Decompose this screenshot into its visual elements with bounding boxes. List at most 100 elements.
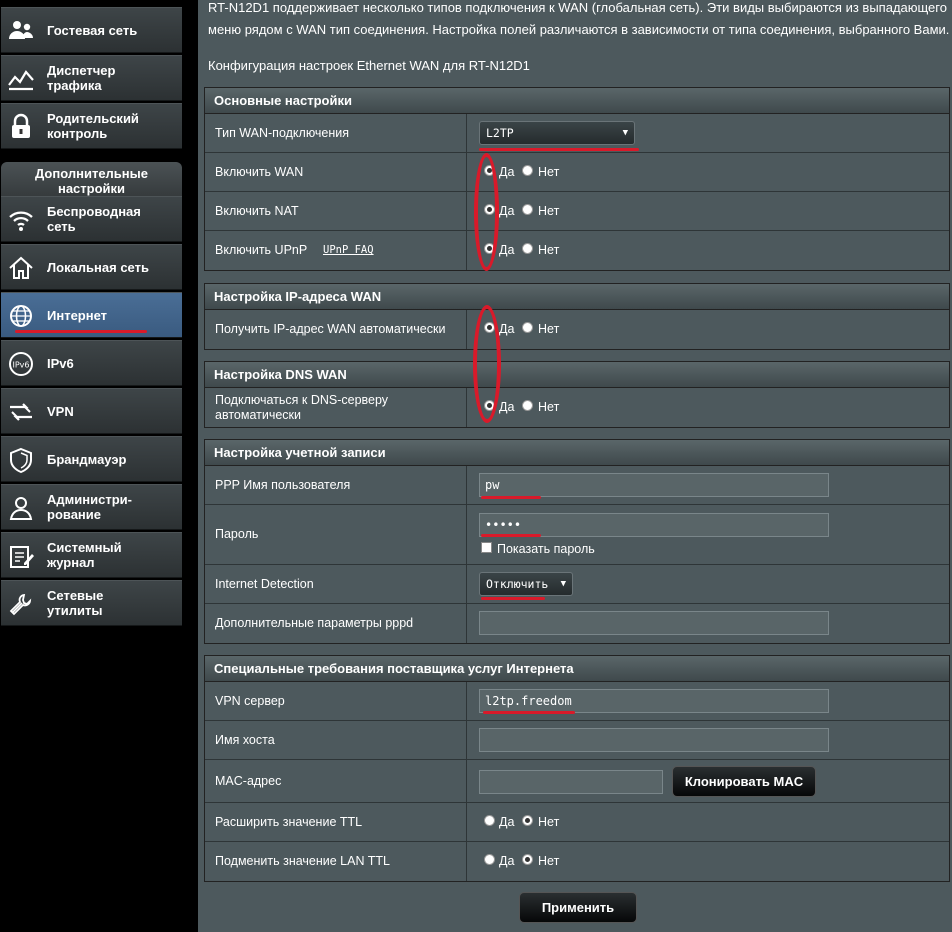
vpn-server-input[interactable]: l2tp.freedom bbox=[479, 689, 829, 713]
radio-no[interactable] bbox=[522, 815, 533, 826]
enable-nat-row: Включить NAT Да Нет bbox=[205, 192, 949, 231]
ipv6-icon: IPv6 bbox=[9, 352, 33, 376]
radio-no[interactable] bbox=[522, 854, 533, 865]
mac-row: MAC-адрес Клонировать MAC bbox=[205, 760, 949, 803]
field-label: VPN сервер bbox=[205, 682, 467, 720]
show-password-label: Показать пароль bbox=[497, 542, 595, 556]
clone-mac-button[interactable]: Клонировать MAC bbox=[672, 766, 816, 797]
sidebar-item-label: Родительский контроль bbox=[47, 111, 139, 141]
radio-no[interactable] bbox=[522, 165, 533, 176]
sidebar-item-label: VPN bbox=[47, 403, 74, 419]
intro-text-line1: RT-N12D1 поддерживает несколько типов по… bbox=[208, 0, 947, 15]
sidebar-item-traffic-manager[interactable]: Диспетчер трафика bbox=[1, 55, 182, 101]
sidebar-item-firewall[interactable]: Брандмауэр bbox=[1, 436, 182, 482]
sidebar-item-label: Беспроводная сеть bbox=[47, 204, 141, 234]
radio-yes[interactable] bbox=[484, 854, 495, 865]
password-row: Пароль ••••• Показать пароль bbox=[205, 505, 949, 565]
radio-no[interactable] bbox=[522, 204, 533, 215]
field-label: MAC-адрес bbox=[205, 760, 467, 802]
chevron-down-icon: ▼ bbox=[622, 128, 628, 138]
sidebar-item-internet[interactable]: Интернет bbox=[1, 292, 182, 338]
sidebar-item-ipv6[interactable]: IPv6 IPv6 bbox=[1, 340, 182, 386]
basic-settings-table: Основные настройки Тип WAN-подключения L… bbox=[204, 87, 950, 271]
upnp-label: Включить UPnP bbox=[215, 243, 308, 257]
radio-no[interactable] bbox=[522, 243, 533, 254]
radio-yes-label: Да bbox=[499, 243, 515, 257]
section-title: Специальные требования поставщика услуг … bbox=[205, 656, 949, 682]
upnp-faq-link[interactable]: UPnP FAQ bbox=[323, 243, 374, 258]
radio-no[interactable] bbox=[522, 400, 533, 411]
field-label: Подключаться к DNS-серверу автоматически bbox=[205, 388, 467, 427]
annotation-oval bbox=[473, 305, 501, 423]
username-input[interactable]: pw bbox=[479, 473, 829, 497]
annotation-underline bbox=[481, 534, 541, 537]
pppd-row: Дополнительные параметры pppd bbox=[205, 604, 949, 643]
shield-icon bbox=[10, 447, 32, 474]
section-title: Настройка DNS WAN bbox=[205, 362, 949, 388]
hostname-row: Имя хоста bbox=[205, 721, 949, 760]
sidebar-item-label: Брандмауэр bbox=[47, 451, 127, 467]
pppd-input[interactable] bbox=[479, 611, 829, 635]
radio-yes-label: Да bbox=[499, 854, 515, 868]
sidebar-item-parental-control[interactable]: Родительский контроль bbox=[1, 103, 182, 149]
select-value: L2TP bbox=[486, 126, 514, 140]
sidebar-item-label: Администри-рование bbox=[47, 492, 132, 522]
config-title: Конфигурация настроек Ethernet WAN для R… bbox=[208, 58, 530, 73]
lan-ttl-row: Подменить значение LAN TTL Да Нет bbox=[205, 842, 949, 881]
field-label: Включить WAN bbox=[205, 153, 467, 191]
sidebar-item-lan[interactable]: Локальная сеть bbox=[1, 244, 182, 290]
sidebar-item-vpn[interactable]: VPN bbox=[1, 388, 182, 434]
sidebar-item-label: Сетевые утилиты bbox=[47, 588, 104, 618]
enable-upnp-row: Включить UPnP UPnP FAQ Да Нет bbox=[205, 231, 949, 270]
field-label: Имя хоста bbox=[205, 721, 467, 759]
annotation-underline bbox=[479, 148, 639, 151]
sidebar-item-wireless[interactable]: Беспроводная сеть bbox=[1, 196, 182, 242]
vpn-icon bbox=[10, 403, 32, 421]
field-label: Включить UPnP UPnP FAQ bbox=[205, 231, 467, 270]
apply-button[interactable]: Применить bbox=[519, 892, 637, 923]
radio-no-label: Нет bbox=[538, 165, 560, 179]
radio-no-label: Нет bbox=[538, 322, 560, 336]
field-label: Включить NAT bbox=[205, 192, 467, 230]
enable-wan-row: Включить WAN Да Нет bbox=[205, 153, 949, 192]
lock-icon bbox=[12, 113, 30, 138]
radio-yes-label: Да bbox=[499, 204, 515, 218]
sidebar-item-guest-network[interactable]: Гостевая сеть bbox=[1, 7, 182, 53]
annotation-underline bbox=[15, 330, 147, 333]
radio-yes[interactable] bbox=[484, 815, 495, 826]
mac-input[interactable] bbox=[479, 770, 663, 794]
wan-type-row: Тип WAN-подключения L2TP ▼ bbox=[205, 114, 949, 153]
annotation-underline bbox=[481, 496, 541, 499]
sidebar-item-label: Диспетчер трафика bbox=[47, 63, 116, 93]
annotation-oval bbox=[474, 153, 499, 271]
guest-network-icon bbox=[9, 21, 33, 39]
internet-detection-select[interactable]: Отключить ▼ bbox=[479, 572, 573, 596]
radio-no-label: Нет bbox=[538, 815, 560, 829]
wrench-icon bbox=[9, 593, 32, 616]
isp-requirements-table: Специальные требования поставщика услуг … bbox=[204, 655, 950, 882]
sidebar-item-network-tools[interactable]: Сетевые утилиты bbox=[1, 580, 182, 626]
auto-ip-row: Получить IP-адрес WAN автоматически Да Н… bbox=[205, 310, 949, 349]
section-title: Основные настройки bbox=[205, 88, 949, 114]
wifi-icon bbox=[9, 211, 33, 231]
field-label: Расширить значение TTL bbox=[205, 803, 467, 841]
hostname-input[interactable] bbox=[479, 728, 829, 752]
sidebar: Гостевая сеть Диспетчер трафика Родитель… bbox=[0, 0, 184, 932]
field-label: PPP Имя пользователя bbox=[205, 466, 467, 504]
annotation-underline bbox=[483, 711, 575, 714]
admin-user-icon bbox=[9, 497, 33, 520]
show-password-checkbox[interactable] bbox=[481, 542, 492, 553]
radio-no-label: Нет bbox=[538, 204, 560, 218]
sidebar-section-title: Дополнительные настройки bbox=[1, 162, 182, 196]
account-table: Настройка учетной записи PPP Имя пользов… bbox=[204, 439, 950, 644]
wan-type-select[interactable]: L2TP ▼ bbox=[479, 121, 635, 145]
radio-no-label: Нет bbox=[538, 400, 560, 414]
radio-no[interactable] bbox=[522, 322, 533, 333]
radio-no-label: Нет bbox=[538, 243, 560, 257]
field-label: Получить IP-адрес WAN автоматически bbox=[205, 310, 467, 349]
auto-dns-row: Подключаться к DNS-серверу автоматически… bbox=[205, 388, 949, 427]
sidebar-item-system-log[interactable]: Системный журнал bbox=[1, 532, 182, 578]
sidebar-item-administration[interactable]: Администри-рование bbox=[1, 484, 182, 530]
sidebar-item-label: Гостевая сеть bbox=[47, 22, 138, 38]
main-panel: RT-N12D1 поддерживает несколько типов по… bbox=[198, 0, 952, 932]
